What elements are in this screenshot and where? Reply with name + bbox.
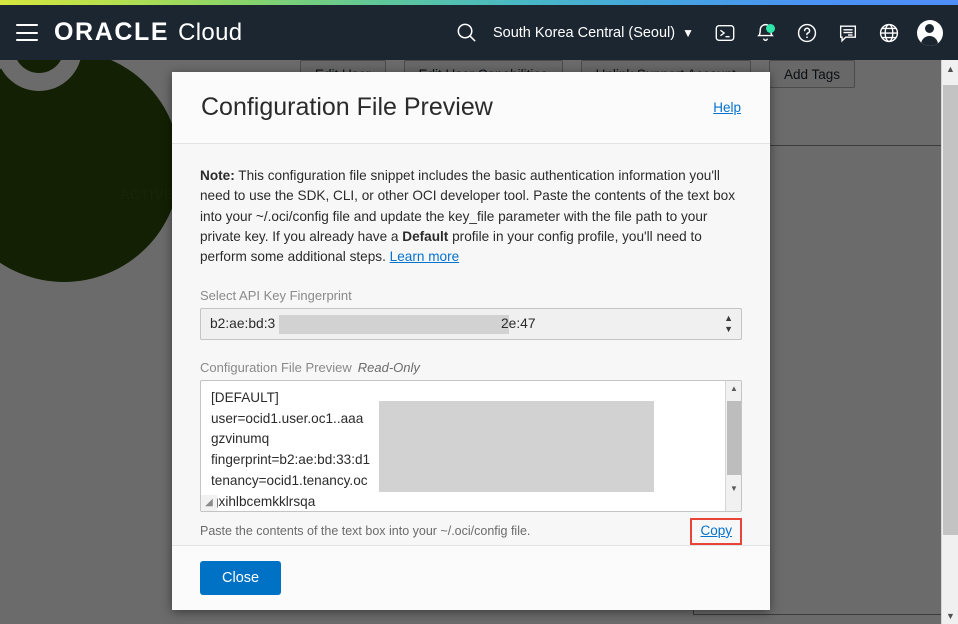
- language-globe-icon[interactable]: [868, 12, 909, 53]
- textarea-scrollbar[interactable]: ▲ ▼: [725, 380, 741, 511]
- note-bold-default: Default: [402, 229, 449, 245]
- brand-gradient-strip: [0, 0, 958, 5]
- textarea-scroll-down-icon[interactable]: ▼: [726, 481, 741, 497]
- scroll-up-arrow-icon[interactable]: ▲: [942, 60, 958, 77]
- top-navigation-bar: ORACLE Cloud South Korea Central (Seoul)…: [0, 5, 958, 60]
- preview-field-label: Configuration File Preview Read-Only: [200, 360, 742, 375]
- scroll-down-arrow-icon[interactable]: ▼: [942, 607, 958, 624]
- region-selector[interactable]: South Korea Central (Seoul) ▼: [487, 25, 700, 41]
- region-selector-label: South Korea Central (Seoul): [492, 24, 676, 41]
- fingerprint-redaction-block: [279, 314, 509, 334]
- feedback-chat-icon[interactable]: [827, 12, 868, 53]
- learn-more-link[interactable]: Learn more: [390, 249, 460, 264]
- note-paragraph: Note: This configuration file snippet in…: [200, 166, 745, 268]
- config-redaction-block: [379, 400, 654, 492]
- chevron-down-icon: ▼: [682, 25, 694, 40]
- fingerprint-value-suffix: 2e:47: [501, 316, 536, 332]
- textarea-resize-grip[interactable]: ◢: [201, 494, 217, 511]
- paste-hint-text: Paste the contents of the text box into …: [200, 524, 531, 539]
- api-key-fingerprint-select[interactable]: b2:ae:bd:3 2e:47 ▲ ▼: [200, 307, 742, 340]
- notification-badge-dot: [765, 23, 775, 33]
- configuration-file-preview-dialog: Configuration File Preview Help Note: Th…: [172, 72, 770, 610]
- notifications-bell-icon[interactable]: [745, 12, 786, 53]
- fingerprint-value-prefix: b2:ae:bd:3: [210, 316, 276, 332]
- fingerprint-field-label: Select API Key Fingerprint: [200, 287, 352, 303]
- cloud-shell-icon[interactable]: [704, 12, 745, 53]
- brand-oracle-text: ORACLE: [54, 18, 170, 46]
- copy-link[interactable]: Copy: [700, 523, 732, 538]
- dialog-body: Note: This configuration file snippet in…: [172, 143, 770, 545]
- chevron-down-icon: ▼: [724, 323, 733, 334]
- search-icon[interactable]: [446, 12, 487, 53]
- help-link[interactable]: Help: [713, 100, 741, 115]
- close-button[interactable]: Close: [200, 560, 282, 595]
- dialog-title: Configuration File Preview: [201, 92, 493, 121]
- dialog-header: Configuration File Preview Help: [172, 72, 770, 144]
- help-icon[interactable]: [786, 12, 827, 53]
- profile-avatar-icon[interactable]: [909, 12, 950, 53]
- textarea-scrollbar-thumb[interactable]: [727, 400, 741, 475]
- chevron-up-icon: ▲: [724, 312, 733, 323]
- brand-cloud-text: Cloud: [178, 19, 243, 46]
- top-nav-right-group: South Korea Central (Seoul) ▼: [446, 12, 958, 53]
- config-preview-textarea[interactable]: [DEFAULT] user=ocid1.user.oc1..aaa vob5q…: [200, 379, 742, 512]
- select-stepper-icon[interactable]: ▲ ▼: [724, 312, 733, 334]
- browser-vertical-scrollbar[interactable]: ▲ ▼: [941, 60, 958, 624]
- hamburger-menu-icon[interactable]: [16, 24, 38, 41]
- oracle-cloud-logo[interactable]: ORACLE Cloud: [54, 18, 242, 47]
- dialog-footer: Close: [172, 544, 770, 610]
- hint-row: Paste the contents of the text box into …: [200, 517, 742, 545]
- scrollbar-thumb[interactable]: [943, 85, 958, 535]
- textarea-scroll-up-icon[interactable]: ▲: [726, 381, 741, 397]
- read-only-indicator: Read-Only: [357, 359, 420, 375]
- avatar: [916, 19, 943, 46]
- preview-label-text: Configuration File Preview: [200, 359, 352, 375]
- copy-link-highlight: Copy: [690, 517, 742, 545]
- note-bold-prefix: Note:: [200, 167, 235, 183]
- app-root: ORACLE Cloud South Korea Central (Seoul)…: [0, 0, 958, 624]
